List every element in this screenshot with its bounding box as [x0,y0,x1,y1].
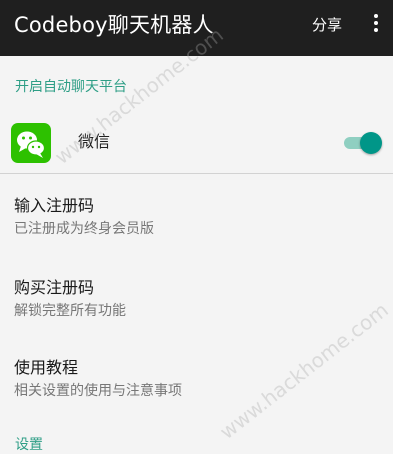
list-item-title: 输入注册码 [14,196,95,215]
list-item-enter-code[interactable]: 输入注册码 已注册成为终身会员版 [14,196,374,238]
more-vertical-icon[interactable] [369,14,383,36]
list-item-subtitle: 解锁完整所有功能 [14,303,126,319]
share-button[interactable]: 分享 [312,15,342,35]
app-title: Codeboy聊天机器人 [14,13,214,37]
divider [0,173,393,174]
section-header-auto-chat: 开启自动聊天平台 [15,79,127,95]
list-item-buy-code[interactable]: 购买注册码 解锁完整所有功能 [14,278,374,320]
wechat-toggle-switch[interactable] [342,132,382,154]
wechat-icon [11,123,51,163]
list-item-title: 购买注册码 [14,278,95,297]
section-header-settings: 设置 [15,437,43,453]
list-item-subtitle: 相关设置的使用与注意事项 [14,383,182,399]
toggle-thumb [360,132,382,154]
list-item-subtitle: 已注册成为终身会员版 [14,221,154,237]
